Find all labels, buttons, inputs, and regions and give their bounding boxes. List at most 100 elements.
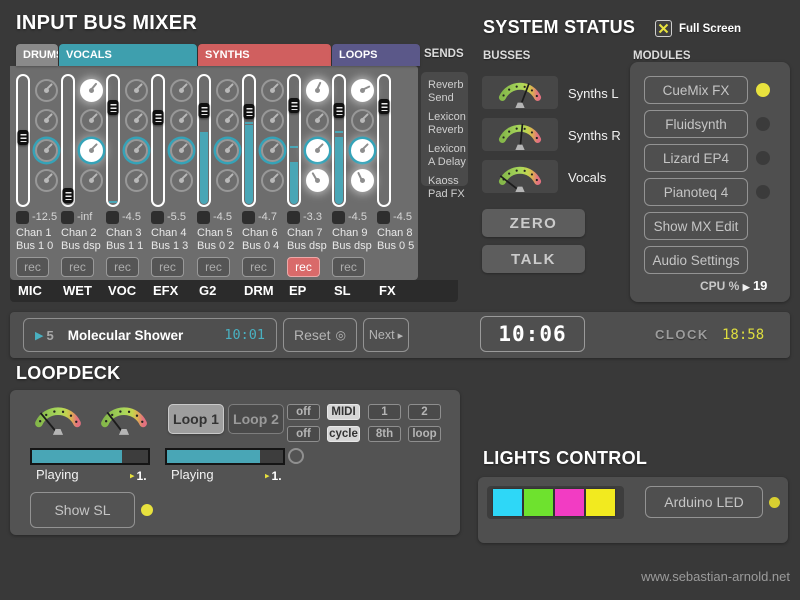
channel-knob[interactable] bbox=[351, 79, 374, 102]
channel-knob[interactable] bbox=[80, 139, 103, 162]
channel-knob[interactable] bbox=[261, 169, 284, 192]
channel-knob[interactable] bbox=[351, 169, 374, 192]
module-button-show-mx-edit[interactable]: Show MX Edit bbox=[644, 212, 748, 240]
light-swatch-3[interactable] bbox=[555, 489, 584, 516]
mode-button-8th[interactable]: 8th bbox=[368, 426, 401, 442]
loop-indicator-circle[interactable] bbox=[288, 448, 304, 464]
zero-button[interactable]: ZERO bbox=[482, 209, 585, 237]
channel-fader[interactable] bbox=[197, 74, 211, 207]
channel-knob[interactable] bbox=[351, 109, 374, 132]
show-sl-button[interactable]: Show SL bbox=[30, 492, 135, 528]
module-button-cuemix-fx[interactable]: CueMix FX bbox=[644, 76, 748, 104]
next-button[interactable]: Next▸ bbox=[363, 318, 409, 352]
sends-item-3[interactable]: Lexicon A Delay bbox=[428, 143, 468, 169]
channel-fader[interactable] bbox=[61, 74, 75, 207]
channel-mute-box[interactable] bbox=[242, 211, 255, 224]
channel-fader[interactable] bbox=[332, 74, 346, 207]
channel-knob[interactable] bbox=[125, 109, 148, 132]
fader-handle[interactable] bbox=[108, 100, 119, 115]
fullscreen-checkbox[interactable] bbox=[655, 20, 672, 37]
module-button-fluidsynth[interactable]: Fluidsynth bbox=[644, 110, 748, 138]
channel-fader[interactable] bbox=[151, 74, 165, 207]
channel-knob[interactable] bbox=[80, 109, 103, 132]
mode-button-cycle[interactable]: cycle bbox=[327, 426, 360, 442]
fader-handle[interactable] bbox=[244, 104, 255, 119]
fader-handle[interactable] bbox=[289, 98, 300, 113]
channel-mute-box[interactable] bbox=[332, 211, 345, 224]
reset-button[interactable]: Reset◎ bbox=[283, 318, 357, 352]
tab-loops[interactable]: LOOPS bbox=[332, 44, 420, 66]
channel-mute-box[interactable] bbox=[197, 211, 210, 224]
talk-button[interactable]: TALK bbox=[482, 245, 585, 273]
sends-item-4[interactable]: Kaoss Pad FX bbox=[428, 175, 468, 201]
rec-button[interactable]: rec bbox=[61, 257, 94, 277]
rec-button[interactable]: rec bbox=[16, 257, 49, 277]
channel-knob[interactable] bbox=[170, 139, 193, 162]
light-swatch-2[interactable] bbox=[524, 489, 553, 516]
rec-button[interactable]: rec bbox=[151, 257, 184, 277]
channel-fader[interactable] bbox=[16, 74, 30, 207]
channel-knob[interactable] bbox=[125, 169, 148, 192]
channel-knob[interactable] bbox=[35, 109, 58, 132]
channel-fader[interactable] bbox=[242, 74, 256, 207]
channel-knob[interactable] bbox=[35, 169, 58, 192]
light-swatch-1[interactable] bbox=[493, 489, 522, 516]
light-swatch-4[interactable] bbox=[586, 489, 615, 516]
song-selector[interactable]: ▶ 5 Molecular Shower 10:01 bbox=[23, 318, 277, 352]
channel-knob[interactable] bbox=[261, 79, 284, 102]
channel-knob[interactable] bbox=[351, 139, 374, 162]
loop-button-1[interactable]: Loop 1 bbox=[168, 404, 224, 434]
tab-vocals[interactable]: VOCALS bbox=[59, 44, 197, 66]
fader-handle[interactable] bbox=[63, 188, 74, 203]
channel-knob[interactable] bbox=[216, 139, 239, 162]
mode-button-midi[interactable]: MIDI bbox=[327, 404, 360, 420]
channel-knob[interactable] bbox=[80, 79, 103, 102]
channel-mute-box[interactable] bbox=[16, 211, 29, 224]
channel-knob[interactable] bbox=[261, 109, 284, 132]
channel-knob[interactable] bbox=[125, 139, 148, 162]
channel-knob[interactable] bbox=[125, 79, 148, 102]
channel-knob[interactable] bbox=[170, 79, 193, 102]
channel-knob[interactable] bbox=[35, 139, 58, 162]
channel-knob[interactable] bbox=[170, 169, 193, 192]
channel-knob[interactable] bbox=[306, 139, 329, 162]
mode-button-2[interactable]: 2 bbox=[408, 404, 441, 420]
channel-knob[interactable] bbox=[216, 79, 239, 102]
channel-knob[interactable] bbox=[35, 79, 58, 102]
module-button-lizard-ep4[interactable]: Lizard EP4 bbox=[644, 144, 748, 172]
rec-button[interactable]: rec bbox=[287, 257, 320, 277]
channel-mute-box[interactable] bbox=[287, 211, 300, 224]
channel-mute-box[interactable] bbox=[61, 211, 74, 224]
fader-handle[interactable] bbox=[379, 99, 390, 114]
channel-fader[interactable] bbox=[106, 74, 120, 207]
channel-fader[interactable] bbox=[377, 74, 391, 207]
mode-button-off[interactable]: off bbox=[287, 404, 320, 420]
module-button-audio-settings[interactable]: Audio Settings bbox=[644, 246, 748, 274]
channel-fader[interactable] bbox=[287, 74, 301, 207]
channel-knob[interactable] bbox=[261, 139, 284, 162]
fader-handle[interactable] bbox=[334, 103, 345, 118]
mode-button-loop[interactable]: loop bbox=[408, 426, 441, 442]
sends-item-1[interactable]: Reverb Send bbox=[428, 79, 468, 105]
loop-button-2[interactable]: Loop 2 bbox=[228, 404, 284, 434]
rec-button[interactable]: rec bbox=[197, 257, 230, 277]
channel-knob[interactable] bbox=[216, 109, 239, 132]
tab-drums[interactable]: DRUMS bbox=[16, 44, 58, 66]
fader-handle[interactable] bbox=[199, 103, 210, 118]
channel-knob[interactable] bbox=[170, 109, 193, 132]
arduino-led-button[interactable]: Arduino LED bbox=[645, 486, 763, 518]
rec-button[interactable]: rec bbox=[106, 257, 139, 277]
rec-button[interactable]: rec bbox=[242, 257, 275, 277]
mode-button-1[interactable]: 1 bbox=[368, 404, 401, 420]
fader-handle[interactable] bbox=[18, 130, 29, 145]
sends-item-2[interactable]: Lexicon Reverb bbox=[428, 111, 468, 137]
tab-synths[interactable]: SYNTHS bbox=[198, 44, 331, 66]
channel-knob[interactable] bbox=[306, 109, 329, 132]
mode-button-off[interactable]: off bbox=[287, 426, 320, 442]
channel-mute-box[interactable] bbox=[106, 211, 119, 224]
channel-knob[interactable] bbox=[216, 169, 239, 192]
fader-handle[interactable] bbox=[153, 110, 164, 125]
channel-mute-box[interactable] bbox=[377, 211, 390, 224]
channel-knob[interactable] bbox=[306, 169, 329, 192]
module-button-pianoteq-4[interactable]: Pianoteq 4 bbox=[644, 178, 748, 206]
